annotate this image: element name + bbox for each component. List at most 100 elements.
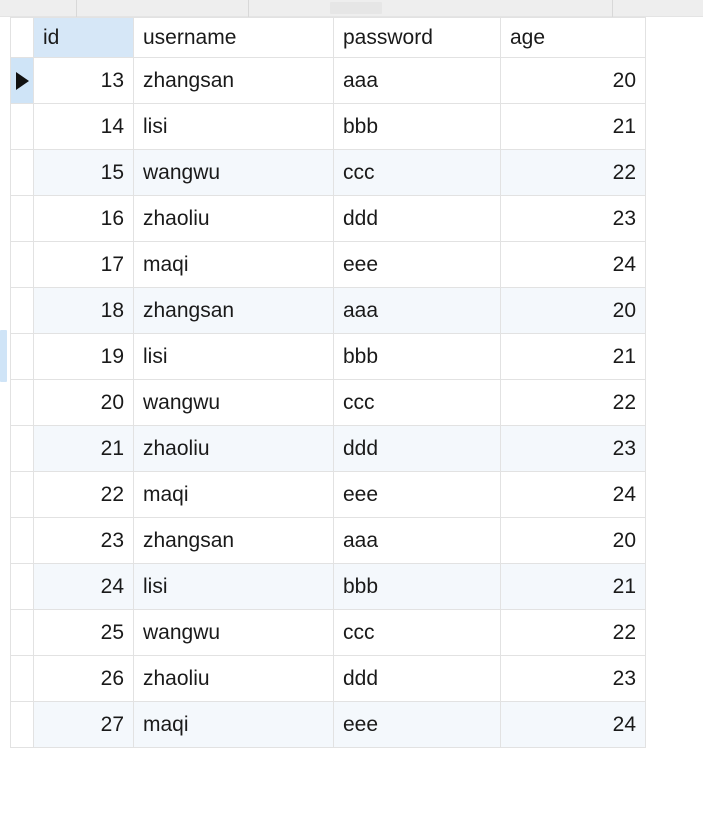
row-selector-cell[interactable] xyxy=(10,149,34,196)
cell-username[interactable]: wangwu xyxy=(133,149,334,196)
cell-age[interactable]: 21 xyxy=(500,333,646,380)
cell-id[interactable]: 13 xyxy=(33,57,134,104)
row-selector-cell[interactable] xyxy=(10,333,34,380)
column-header-password[interactable]: password xyxy=(333,17,501,58)
cell-id[interactable]: 19 xyxy=(33,333,134,380)
cell-age[interactable]: 22 xyxy=(500,609,646,656)
cell-password[interactable]: aaa xyxy=(333,517,501,564)
row-selector-cell[interactable] xyxy=(10,57,34,104)
cell-username[interactable]: zhaoliu xyxy=(133,425,334,472)
cell-id[interactable]: 23 xyxy=(33,517,134,564)
cell-username[interactable]: zhangsan xyxy=(133,517,334,564)
toolbar-separator-3 xyxy=(612,0,613,17)
cell-password[interactable]: bbb xyxy=(333,563,501,610)
row-selector-cell[interactable] xyxy=(10,241,34,288)
column-header-id[interactable]: id xyxy=(33,17,134,58)
row-selector-cell[interactable] xyxy=(10,379,34,426)
table-row[interactable]: 19 lisi bbb 21 xyxy=(10,333,646,380)
table-row[interactable]: 23 zhangsan aaa 20 xyxy=(10,517,646,564)
cell-password[interactable]: ddd xyxy=(333,655,501,702)
cell-username[interactable]: maqi xyxy=(133,471,334,518)
cell-id[interactable]: 24 xyxy=(33,563,134,610)
cell-password[interactable]: eee xyxy=(333,241,501,288)
cell-password[interactable]: eee xyxy=(333,701,501,748)
cell-age[interactable]: 22 xyxy=(500,379,646,426)
table-row[interactable]: 18 zhangsan aaa 20 xyxy=(10,287,646,334)
row-selector-cell[interactable] xyxy=(10,701,34,748)
cell-password[interactable]: aaa xyxy=(333,57,501,104)
toolbar-button[interactable] xyxy=(330,2,382,14)
cell-id[interactable]: 26 xyxy=(33,655,134,702)
table-row[interactable]: 14 lisi bbb 21 xyxy=(10,103,646,150)
cell-password[interactable]: bbb xyxy=(333,103,501,150)
cell-username[interactable]: zhangsan xyxy=(133,287,334,334)
cell-id[interactable]: 27 xyxy=(33,701,134,748)
cell-username[interactable]: lisi xyxy=(133,103,334,150)
cell-password[interactable]: bbb xyxy=(333,333,501,380)
cell-id[interactable]: 14 xyxy=(33,103,134,150)
cell-id[interactable]: 15 xyxy=(33,149,134,196)
cell-username[interactable]: zhangsan xyxy=(133,57,334,104)
cell-id[interactable]: 16 xyxy=(33,195,134,242)
row-selector-cell[interactable] xyxy=(10,287,34,334)
cell-password[interactable]: ccc xyxy=(333,379,501,426)
row-selector-cell[interactable] xyxy=(10,425,34,472)
cell-username[interactable]: wangwu xyxy=(133,609,334,656)
cell-id[interactable]: 25 xyxy=(33,609,134,656)
cell-password[interactable]: ddd xyxy=(333,425,501,472)
table-row[interactable]: 27 maqi eee 24 xyxy=(10,701,646,748)
table-row[interactable]: 22 maqi eee 24 xyxy=(10,471,646,518)
column-header-username[interactable]: username xyxy=(133,17,334,58)
table-row[interactable]: 24 lisi bbb 21 xyxy=(10,563,646,610)
row-selector-cell[interactable] xyxy=(10,471,34,518)
cell-username[interactable]: lisi xyxy=(133,333,334,380)
header-row: id username password age xyxy=(10,17,646,58)
table-row[interactable]: 17 maqi eee 24 xyxy=(10,241,646,288)
cell-id[interactable]: 20 xyxy=(33,379,134,426)
cell-age[interactable]: 20 xyxy=(500,287,646,334)
cell-age[interactable]: 22 xyxy=(500,149,646,196)
cell-password[interactable]: aaa xyxy=(333,287,501,334)
vertical-scrollbar-thumb[interactable] xyxy=(0,330,7,382)
cell-password[interactable]: ddd xyxy=(333,195,501,242)
cell-age[interactable]: 23 xyxy=(500,195,646,242)
table-header: id username password age xyxy=(10,17,646,58)
row-selector-cell[interactable] xyxy=(10,195,34,242)
cell-age[interactable]: 21 xyxy=(500,563,646,610)
cell-age[interactable]: 23 xyxy=(500,655,646,702)
table-row[interactable]: 26 zhaoliu ddd 23 xyxy=(10,655,646,702)
cell-id[interactable]: 22 xyxy=(33,471,134,518)
cell-username[interactable]: zhaoliu xyxy=(133,195,334,242)
row-selector-cell[interactable] xyxy=(10,609,34,656)
cell-username[interactable]: maqi xyxy=(133,241,334,288)
cell-id[interactable]: 17 xyxy=(33,241,134,288)
cell-password[interactable]: eee xyxy=(333,471,501,518)
table-row[interactable]: 16 zhaoliu ddd 23 xyxy=(10,195,646,242)
table-row[interactable]: 13 zhangsan aaa 20 xyxy=(10,57,646,104)
row-selector-cell[interactable] xyxy=(10,655,34,702)
row-selector-cell[interactable] xyxy=(10,517,34,564)
cell-username[interactable]: maqi xyxy=(133,701,334,748)
cell-age[interactable]: 20 xyxy=(500,57,646,104)
cell-age[interactable]: 20 xyxy=(500,517,646,564)
table-row[interactable]: 15 wangwu ccc 22 xyxy=(10,149,646,196)
row-selector-cell[interactable] xyxy=(10,103,34,150)
cell-age[interactable]: 23 xyxy=(500,425,646,472)
table-row[interactable]: 21 zhaoliu ddd 23 xyxy=(10,425,646,472)
cell-username[interactable]: zhaoliu xyxy=(133,655,334,702)
cell-age[interactable]: 24 xyxy=(500,241,646,288)
row-selector-header[interactable] xyxy=(10,17,34,58)
column-header-age[interactable]: age xyxy=(500,17,646,58)
cell-age[interactable]: 24 xyxy=(500,701,646,748)
row-selector-cell[interactable] xyxy=(10,563,34,610)
cell-username[interactable]: lisi xyxy=(133,563,334,610)
cell-age[interactable]: 24 xyxy=(500,471,646,518)
cell-age[interactable]: 21 xyxy=(500,103,646,150)
cell-id[interactable]: 18 xyxy=(33,287,134,334)
cell-password[interactable]: ccc xyxy=(333,149,501,196)
table-row[interactable]: 25 wangwu ccc 22 xyxy=(10,609,646,656)
table-row[interactable]: 20 wangwu ccc 22 xyxy=(10,379,646,426)
cell-password[interactable]: ccc xyxy=(333,609,501,656)
cell-id[interactable]: 21 xyxy=(33,425,134,472)
cell-username[interactable]: wangwu xyxy=(133,379,334,426)
